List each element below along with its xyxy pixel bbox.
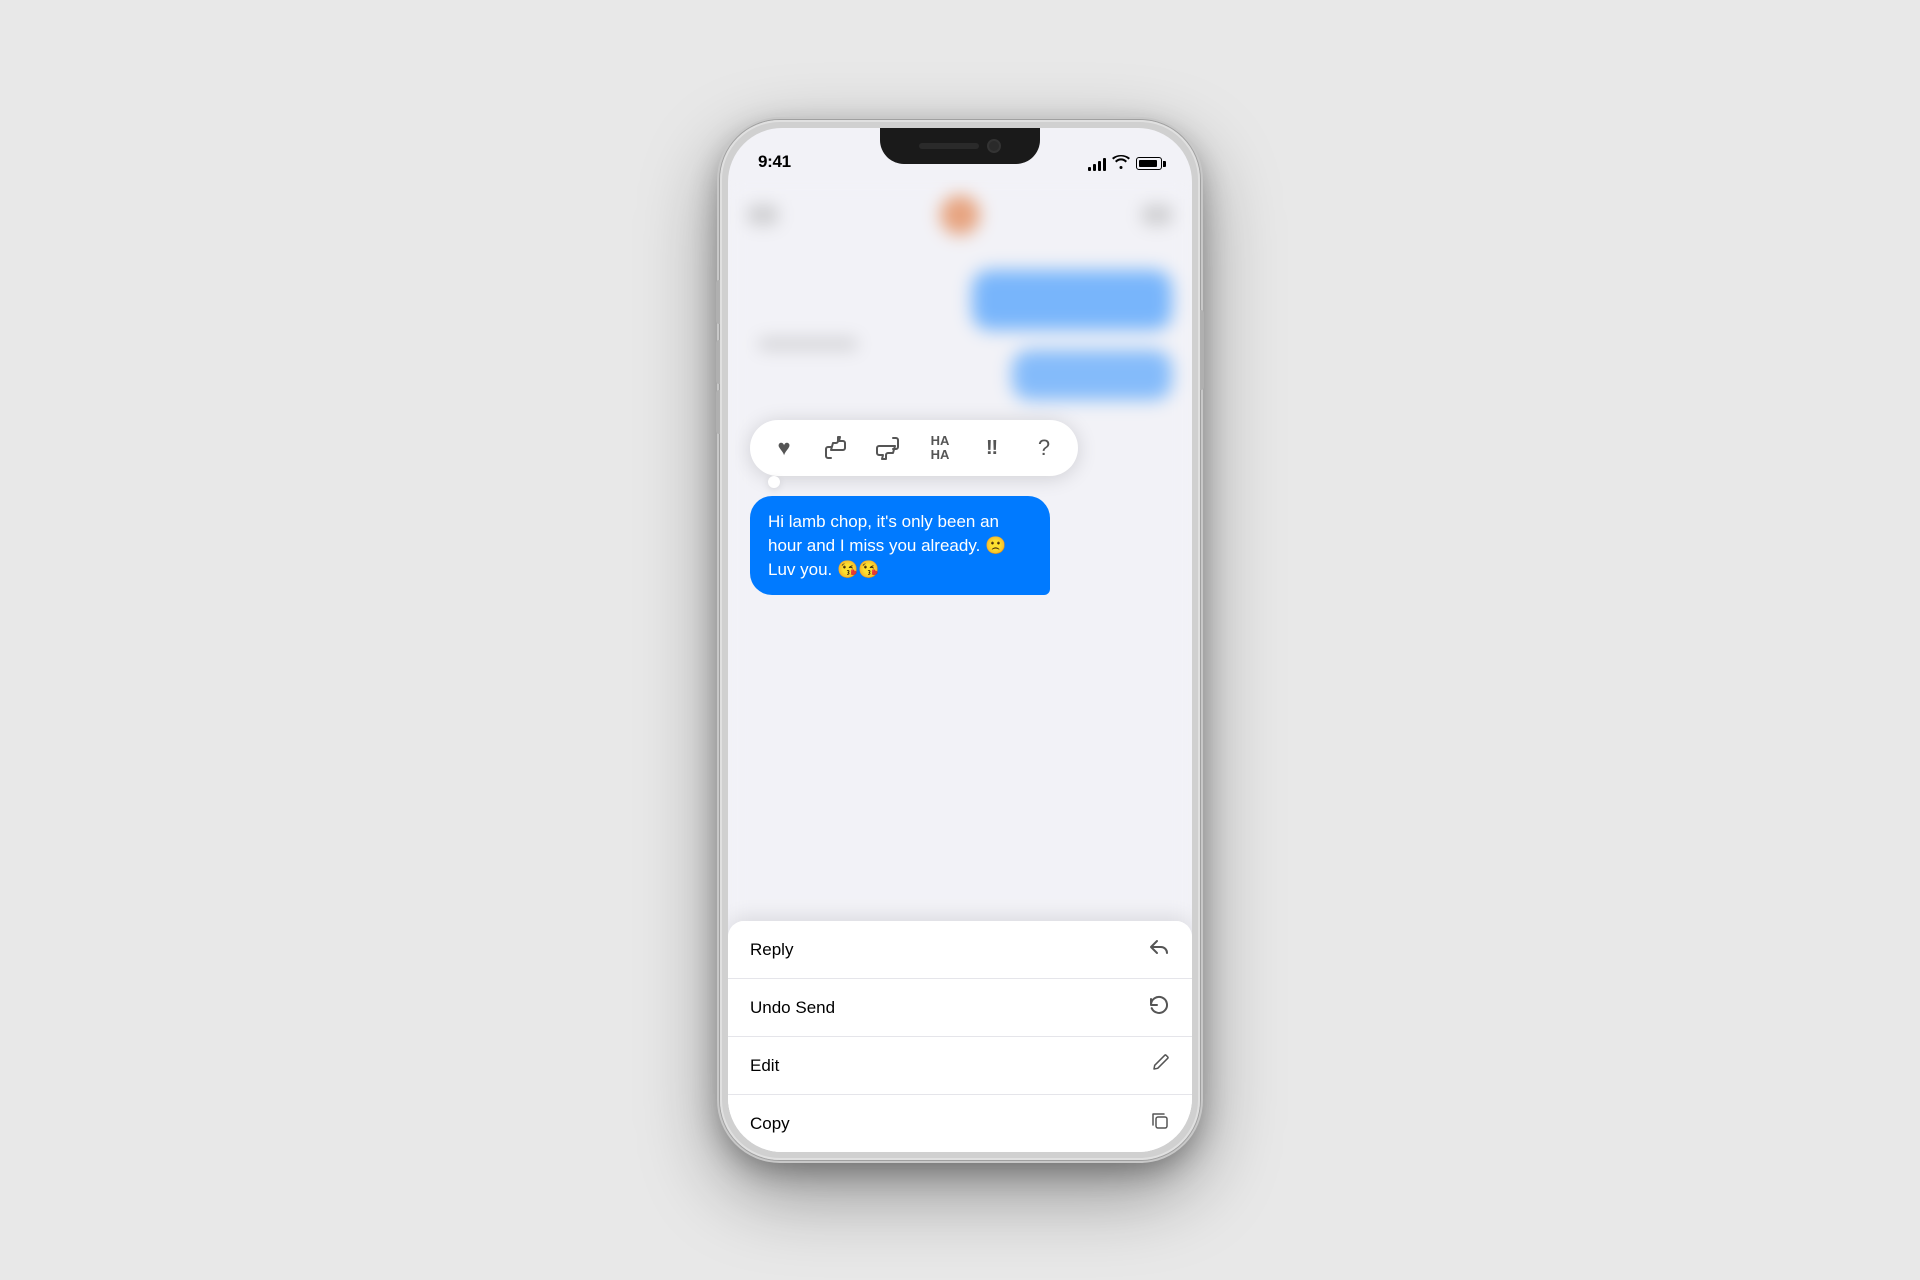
context-menu-reply[interactable]: Reply (728, 921, 1192, 979)
battery-icon (1136, 157, 1162, 170)
message-text: Hi lamb chop, it's only been an hour and… (768, 512, 1006, 579)
wifi-icon (1112, 155, 1130, 172)
blurred-timestamp (758, 338, 858, 350)
notch-speaker (919, 143, 979, 149)
messages-content: ♥ HAHA ‼ ? (728, 180, 1192, 1152)
signal-bar-2 (1093, 164, 1096, 171)
message-bubble: Hi lamb chop, it's only been an hour and… (750, 496, 1050, 595)
message-area: ♥ HAHA ‼ ? (728, 420, 1192, 595)
signal-bars (1088, 157, 1106, 171)
blurred-avatar (940, 195, 980, 235)
edit-icon (1150, 1053, 1170, 1078)
context-menu-copy-label: Copy (750, 1114, 790, 1134)
context-menu-reply-label: Reply (750, 940, 793, 960)
blurred-action-btn (1142, 205, 1172, 225)
tapback-haha[interactable]: HAHA (922, 430, 958, 466)
signal-bar-3 (1098, 161, 1101, 171)
blurred-message-2 (1012, 350, 1172, 400)
tapback-bar: ♥ HAHA ‼ ? (750, 420, 1078, 476)
reply-icon (1148, 937, 1170, 962)
notch (880, 128, 1040, 164)
scene: 9:41 (0, 0, 1920, 1280)
iphone-screen: 9:41 (728, 128, 1192, 1152)
context-menu-edit-label: Edit (750, 1056, 779, 1076)
copy-icon (1150, 1111, 1170, 1136)
context-menu-undo-send[interactable]: Undo Send (728, 979, 1192, 1037)
undo-send-icon (1148, 995, 1170, 1020)
tapback-exclaim[interactable]: ‼ (974, 430, 1010, 466)
context-menu-undo-label: Undo Send (750, 998, 835, 1018)
status-icons (1088, 155, 1162, 172)
context-menu-edit[interactable]: Edit (728, 1037, 1192, 1095)
context-menu-copy[interactable]: Copy (728, 1095, 1192, 1152)
context-menu: Reply Undo Send (728, 921, 1192, 1152)
tapback-question[interactable]: ? (1026, 430, 1062, 466)
tapback-thumbs-down[interactable] (870, 430, 906, 466)
signal-bar-1 (1088, 167, 1091, 171)
tapback-heart[interactable]: ♥ (766, 430, 802, 466)
blurred-header (728, 190, 1192, 240)
tapback-thumbs-up[interactable] (818, 430, 854, 466)
blurred-message-1 (972, 270, 1172, 330)
status-time: 9:41 (758, 152, 791, 172)
iphone-frame: 9:41 (720, 120, 1200, 1160)
notch-camera (987, 139, 1001, 153)
battery-fill (1139, 160, 1157, 167)
blurred-back-btn (748, 205, 778, 225)
signal-bar-4 (1103, 158, 1106, 171)
